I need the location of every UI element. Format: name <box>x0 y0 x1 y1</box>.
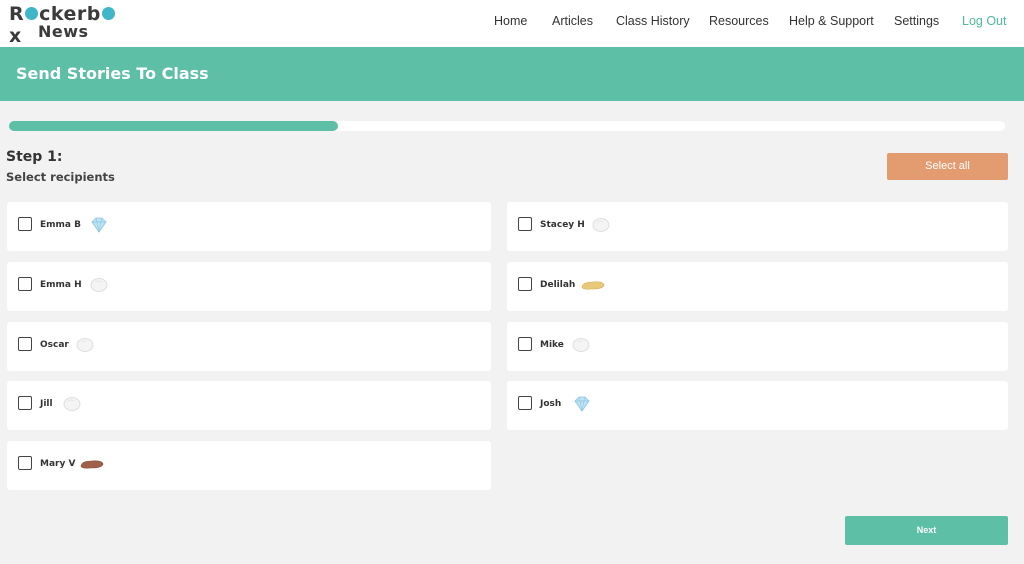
nav-resources-link[interactable]: Resources <box>709 14 769 28</box>
page-banner: Send Stories To Class <box>0 47 1024 101</box>
silver-cloud-icon <box>62 396 82 412</box>
student-name: Mary V <box>40 459 76 469</box>
student-name: Stacey H <box>540 220 585 230</box>
student-checkbox[interactable] <box>518 396 532 410</box>
silver-cloud-icon <box>89 277 109 293</box>
page-title: Send Stories To Class <box>16 64 209 83</box>
student-checkbox[interactable] <box>518 337 532 351</box>
logo-dot-icon <box>101 7 115 20</box>
logo-dot-icon <box>25 7 39 20</box>
student-card-josh[interactable]: Josh <box>507 381 1008 430</box>
nav-settings-link[interactable]: Settings <box>894 14 939 28</box>
student-card-mike[interactable]: Mike <box>507 322 1008 371</box>
student-checkbox[interactable] <box>18 396 32 410</box>
student-card-oscar[interactable]: Oscar <box>7 322 491 371</box>
nav-home-link[interactable]: Home <box>494 14 527 28</box>
student-name: Josh <box>540 399 562 409</box>
student-name: Mike <box>540 340 564 350</box>
student-card-emma-h[interactable]: Emma H <box>7 262 491 311</box>
step-subtitle: Select recipients <box>6 170 115 184</box>
top-navigation: Rckerbx News Home Articles Class History… <box>0 0 1024 47</box>
student-card-emma-b[interactable]: Emma B <box>7 202 491 251</box>
next-button[interactable]: Next <box>845 516 1008 545</box>
student-card-jill[interactable]: Jill <box>7 381 491 430</box>
student-name: Emma B <box>40 220 81 230</box>
student-checkbox[interactable] <box>18 337 32 351</box>
student-checkbox[interactable] <box>18 277 32 291</box>
progress-bar <box>9 121 1005 131</box>
silver-cloud-icon <box>591 217 611 233</box>
step-title: Step 1: <box>6 149 63 165</box>
nav-logout-link[interactable]: Log Out <box>962 14 1006 28</box>
silver-cloud-icon <box>571 337 591 353</box>
student-name: Oscar <box>40 340 69 350</box>
student-checkbox[interactable] <box>518 277 532 291</box>
diamond-icon <box>89 217 109 233</box>
student-name: Emma H <box>40 280 82 290</box>
nav-class-history-link[interactable]: Class History <box>616 14 690 28</box>
logo-text-bottom: News <box>38 22 89 41</box>
nav-articles-link[interactable]: Articles <box>552 14 593 28</box>
student-card-delilah[interactable]: Delilah <box>507 262 1008 311</box>
bronze-bar-icon <box>79 456 105 472</box>
student-card-stacey-h[interactable]: Stacey H <box>507 202 1008 251</box>
progress-bar-fill <box>9 121 338 131</box>
diamond-icon <box>572 396 592 412</box>
silver-cloud-icon <box>75 337 95 353</box>
student-checkbox[interactable] <box>18 456 32 470</box>
nav-help-support-link[interactable]: Help & Support <box>789 14 874 28</box>
student-name: Delilah <box>540 280 576 290</box>
student-name: Jill <box>40 399 53 409</box>
gold-bar-icon <box>580 277 606 293</box>
select-all-button[interactable]: Select all <box>887 153 1008 180</box>
student-card-mary-v[interactable]: Mary V <box>7 441 491 490</box>
rockerbox-news-logo[interactable]: Rckerbx News <box>9 3 119 47</box>
student-checkbox[interactable] <box>518 217 532 231</box>
student-checkbox[interactable] <box>18 217 32 231</box>
